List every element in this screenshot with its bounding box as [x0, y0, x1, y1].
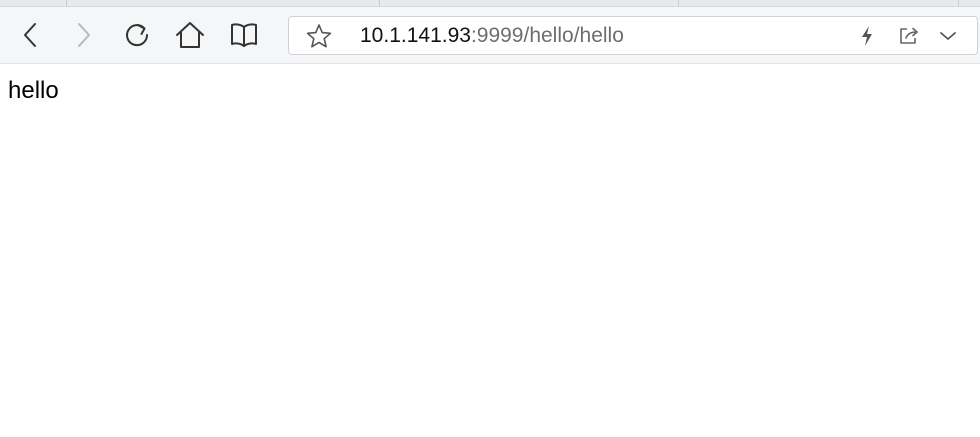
bookmark-star-button[interactable]: [305, 17, 333, 54]
url-path: :9999/hello/hello: [470, 24, 624, 47]
reload-icon: [126, 24, 149, 47]
share-button[interactable]: [895, 17, 923, 54]
tab-divider: [678, 0, 679, 6]
lightning-icon: [862, 25, 872, 46]
address-bar[interactable]: 10.1.141.93:9999/hello/hello: [288, 16, 978, 55]
share-icon: [900, 27, 918, 44]
tab-divider: [379, 0, 380, 6]
tab-divider: [958, 0, 959, 6]
book-icon: [231, 23, 257, 47]
url-text[interactable]: 10.1.141.93:9999/hello/hello: [360, 17, 624, 54]
home-button[interactable]: [170, 17, 210, 53]
chevron-right-icon: [78, 23, 90, 47]
star-icon: [306, 23, 332, 48]
forward-button[interactable]: [64, 17, 104, 53]
chevron-down-icon: [940, 31, 956, 40]
browser-toolbar: 10.1.141.93:9999/hello/hello: [0, 7, 980, 64]
url-host: 10.1.141.93: [360, 24, 471, 47]
page-body-text: hello: [8, 77, 59, 104]
tab-strip: [0, 0, 980, 7]
accelerate-button[interactable]: [855, 17, 879, 54]
chevron-left-icon: [24, 23, 36, 47]
back-button[interactable]: [10, 17, 50, 53]
tab-divider: [66, 0, 67, 6]
reader-mode-button[interactable]: [224, 17, 264, 53]
reload-button[interactable]: [117, 17, 157, 53]
home-icon: [176, 22, 204, 48]
address-dropdown-button[interactable]: [933, 17, 963, 54]
